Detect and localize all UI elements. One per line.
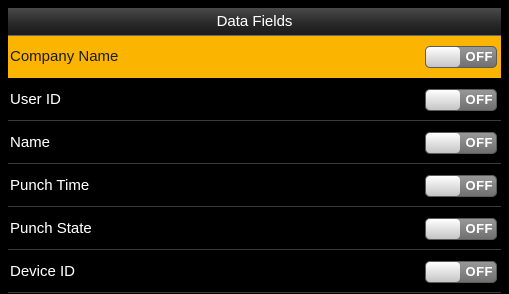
punch-state-toggle[interactable]: OFF — [425, 218, 497, 240]
field-row-punch-state[interactable]: Punch State OFF — [8, 208, 501, 250]
toggle-knob — [426, 90, 460, 110]
data-fields-screen: Data Fields Company Name OFF User ID OFF… — [0, 0, 509, 294]
toggle-state: OFF — [465, 264, 493, 279]
device-id-toggle[interactable]: OFF — [425, 261, 497, 283]
toggle-knob — [426, 219, 460, 239]
field-label: User ID — [10, 91, 61, 108]
toggle-state: OFF — [465, 178, 493, 193]
toggle-knob — [426, 262, 460, 282]
field-row-name[interactable]: Name OFF — [8, 122, 501, 164]
name-toggle[interactable]: OFF — [425, 132, 497, 154]
toggle-state: OFF — [465, 92, 493, 107]
field-label: Punch State — [10, 220, 92, 237]
company-name-toggle[interactable]: OFF — [425, 46, 497, 68]
field-label: Device ID — [10, 263, 76, 280]
field-row-device-id[interactable]: Device ID OFF — [8, 251, 501, 293]
toggle-knob — [426, 133, 460, 153]
user-id-toggle[interactable]: OFF — [425, 89, 497, 111]
data-fields-list: Company Name OFF User ID OFF Name OFF Pu… — [8, 36, 501, 294]
toggle-state: OFF — [465, 49, 493, 64]
field-label: Punch Time — [10, 177, 90, 194]
toggle-knob — [426, 176, 460, 196]
page-title: Data Fields — [8, 8, 501, 36]
toggle-knob — [426, 47, 460, 67]
field-label: Company Name — [10, 48, 119, 65]
field-label: Name — [10, 134, 51, 151]
field-row-punch-time[interactable]: Punch Time OFF — [8, 165, 501, 207]
toggle-state: OFF — [465, 135, 493, 150]
toggle-state: OFF — [465, 221, 493, 236]
punch-time-toggle[interactable]: OFF — [425, 175, 497, 197]
field-row-user-id[interactable]: User ID OFF — [8, 79, 501, 121]
field-row-company-name[interactable]: Company Name OFF — [8, 36, 501, 78]
